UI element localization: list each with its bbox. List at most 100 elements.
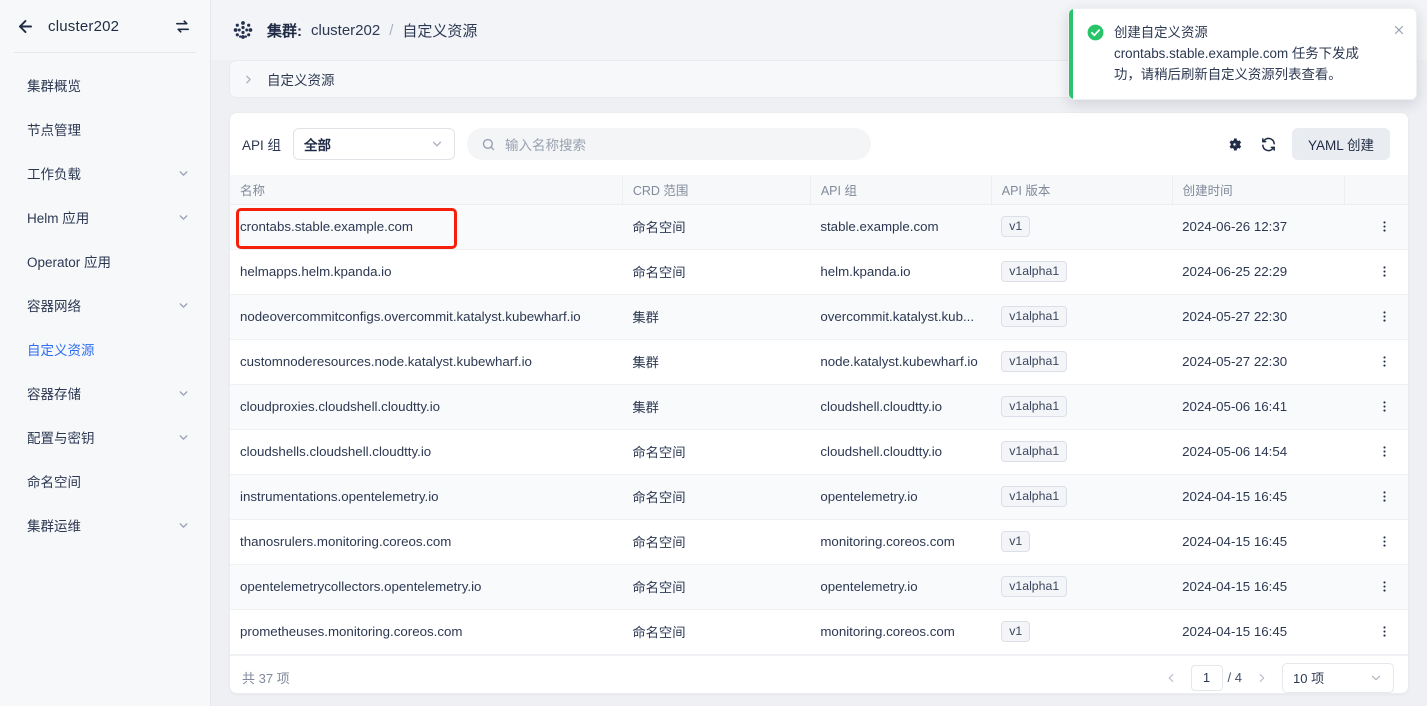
cell-api-group: opentelemetry.io (810, 564, 992, 610)
cell-actions[interactable] (1344, 339, 1408, 385)
kebab-menu-icon[interactable] (1355, 444, 1398, 459)
table-row[interactable]: instrumentations.opentelemetry.io 命名空间 o… (230, 474, 1408, 520)
kebab-menu-icon[interactable] (1355, 354, 1398, 369)
sidebar-item-config-and-secrets[interactable]: 配置与密钥 (0, 415, 210, 459)
cell-actions[interactable] (1344, 474, 1408, 520)
chevron-right-icon[interactable] (1252, 665, 1272, 691)
table-row[interactable]: opentelemetrycollectors.opentelemetry.io… (230, 564, 1408, 610)
gear-icon[interactable] (1224, 133, 1246, 155)
page-size-value: 10 项 (1293, 671, 1325, 686)
version-badge: v1alpha1 (1001, 441, 1068, 462)
kebab-menu-icon[interactable] (1355, 219, 1398, 234)
refresh-icon[interactable] (1258, 133, 1280, 155)
table-footer: 共 37 项 1 / 4 10 项 (230, 654, 1408, 694)
table-row[interactable]: crontabs.stable.example.com 命名空间 stable.… (230, 204, 1408, 250)
page-size-select[interactable]: 10 项 (1282, 662, 1394, 693)
yaml-create-button[interactable]: YAML 创建 (1291, 128, 1390, 160)
column-header-scope[interactable]: CRD 范围 (622, 175, 811, 205)
pagination: 1 / 4 10 项 (1161, 662, 1394, 693)
table-row[interactable]: customnoderesources.node.katalyst.kubewh… (230, 339, 1408, 385)
table-row[interactable]: nodeovercommitconfigs.overcommit.katalys… (230, 294, 1408, 340)
table-row[interactable]: thanosrulers.monitoring.coreos.com 命名空间 … (230, 519, 1408, 565)
breadcrumb-cluster[interactable]: cluster202 (311, 22, 380, 39)
search-icon (481, 137, 496, 152)
cell-scope: 命名空间 (622, 609, 811, 655)
kebab-menu-icon[interactable] (1355, 579, 1398, 594)
cluster-dots-icon (229, 16, 257, 44)
kebab-menu-icon[interactable] (1355, 264, 1398, 279)
api-group-select[interactable]: 全部 (293, 128, 456, 160)
main-content: 集群: cluster202 / 自定义资源 自定义资源 API 组 全部 输入… (211, 0, 1427, 706)
column-header-api-version[interactable]: API 版本 (991, 175, 1173, 205)
cell-name[interactable]: prometheuses.monitoring.coreos.com (230, 609, 623, 655)
sidebar-item-node-management[interactable]: 节点管理 (0, 107, 210, 151)
success-toast: 创建自定义资源 crontabs.stable.example.com 任务下发… (1068, 8, 1417, 100)
close-icon[interactable] (1392, 23, 1406, 85)
cell-actions[interactable] (1344, 609, 1408, 655)
cell-created-time: 2024-06-25 22:29 (1172, 249, 1345, 295)
table-row[interactable]: helmapps.helm.kpanda.io 命名空间 helm.kpanda… (230, 249, 1408, 295)
cell-actions[interactable] (1344, 429, 1408, 475)
sidebar-item-operator-apps[interactable]: Operator 应用 (0, 239, 210, 283)
cell-actions[interactable] (1344, 564, 1408, 610)
resource-name: crontabs.stable.example.com (240, 219, 413, 234)
sidebar-item-container-storage[interactable]: 容器存储 (0, 371, 210, 415)
cell-name[interactable]: instrumentations.opentelemetry.io (230, 474, 623, 520)
swap-cluster-icon[interactable] (172, 16, 192, 36)
kebab-menu-icon[interactable] (1355, 624, 1398, 639)
cell-api-group: monitoring.coreos.com (810, 609, 992, 655)
sidebar-nav: 集群概览 节点管理 工作负载 Helm 应用 Operator 应用 容器网络 … (0, 59, 210, 547)
cell-api-version: v1alpha1 (991, 564, 1173, 610)
search-input[interactable]: 输入名称搜索 (467, 128, 872, 160)
sidebar-item-cluster-overview[interactable]: 集群概览 (0, 63, 210, 107)
cell-created-time: 2024-04-15 16:45 (1172, 609, 1345, 655)
cell-name[interactable]: customnoderesources.node.katalyst.kubewh… (230, 339, 623, 385)
cell-name[interactable]: cloudshells.cloudshell.cloudtty.io (230, 429, 623, 475)
sidebar-item-container-network[interactable]: 容器网络 (0, 283, 210, 327)
table-row[interactable]: prometheuses.monitoring.coreos.com 命名空间 … (230, 609, 1408, 655)
cell-scope: 命名空间 (622, 204, 811, 250)
sidebar-item-label: 容器网络 (27, 299, 81, 314)
kebab-menu-icon[interactable] (1355, 534, 1398, 549)
cell-name[interactable]: helmapps.helm.kpanda.io (230, 249, 623, 295)
cell-actions[interactable] (1344, 519, 1408, 565)
chevron-left-icon[interactable] (1161, 665, 1181, 691)
chevron-right-icon[interactable] (242, 73, 255, 86)
kebab-menu-icon[interactable] (1355, 309, 1398, 324)
version-badge: v1 (1001, 216, 1031, 237)
column-header-name[interactable]: 名称 (230, 175, 623, 205)
api-group-value: monitoring.coreos.com (820, 624, 955, 639)
kebab-menu-icon[interactable] (1355, 489, 1398, 504)
table-row[interactable]: cloudproxies.cloudshell.cloudtty.io 集群 c… (230, 384, 1408, 430)
table-row[interactable]: cloudshells.cloudshell.cloudtty.io 命名空间 … (230, 429, 1408, 475)
cell-name[interactable]: opentelemetrycollectors.opentelemetry.io (230, 564, 623, 610)
sidebar-item-custom-resources[interactable]: 自定义资源 (0, 327, 210, 371)
column-header-actions (1344, 175, 1408, 205)
cell-scope: 集群 (622, 294, 811, 340)
sidebar-item-cluster-ops[interactable]: 集群运维 (0, 503, 210, 547)
api-group-value: node.katalyst.kubewharf.io (820, 354, 978, 369)
cell-scope: 集群 (622, 339, 811, 385)
cell-name[interactable]: thanosrulers.monitoring.coreos.com (230, 519, 623, 565)
column-header-api-group[interactable]: API 组 (810, 175, 992, 205)
cell-name[interactable]: nodeovercommitconfigs.overcommit.katalys… (230, 294, 623, 340)
cell-name[interactable]: crontabs.stable.example.com (230, 204, 623, 250)
version-badge: v1alpha1 (1001, 396, 1068, 417)
cell-actions[interactable] (1344, 384, 1408, 430)
chevron-down-icon (430, 137, 444, 151)
cell-created-time: 2024-04-15 16:45 (1172, 474, 1345, 520)
cell-name[interactable]: cloudproxies.cloudshell.cloudtty.io (230, 384, 623, 430)
cell-actions[interactable] (1344, 294, 1408, 340)
cell-actions[interactable] (1344, 249, 1408, 295)
search-placeholder: 输入名称搜索 (505, 138, 587, 153)
kebab-menu-icon[interactable] (1355, 399, 1398, 414)
sidebar-item-namespaces[interactable]: 命名空间 (0, 459, 210, 503)
sidebar-item-workloads[interactable]: 工作负载 (0, 151, 210, 195)
sidebar-item-helm-apps[interactable]: Helm 应用 (0, 195, 210, 239)
sidebar-cluster-name: cluster202 (48, 17, 120, 35)
page-number-input[interactable]: 1 (1190, 664, 1223, 691)
cell-actions[interactable] (1344, 204, 1408, 250)
api-group-value: overcommit.katalyst.kub... (820, 309, 975, 324)
arrow-left-icon[interactable] (14, 15, 36, 37)
column-header-created-time[interactable]: 创建时间 (1172, 175, 1346, 205)
